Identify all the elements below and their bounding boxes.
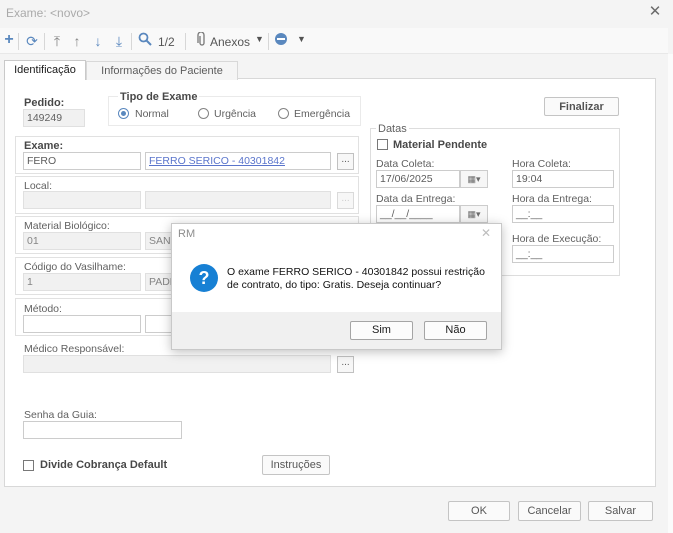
no-button[interactable]: Não [424, 321, 487, 340]
yes-button[interactable]: Sim [350, 321, 413, 340]
dialog-title: RM [178, 228, 196, 240]
dialog-message: O exame FERRO SERICO - 40301842 possui r… [227, 266, 485, 291]
question-icon: ? [190, 264, 218, 292]
tab-identificacao[interactable]: Identificação [4, 60, 86, 80]
dialog-close-icon[interactable]: ✕ [481, 226, 491, 240]
confirm-dialog: RM ✕ ? O exame FERRO SERICO - 40301842 p… [171, 223, 502, 350]
dialog-footer: Sim Não [172, 312, 501, 349]
